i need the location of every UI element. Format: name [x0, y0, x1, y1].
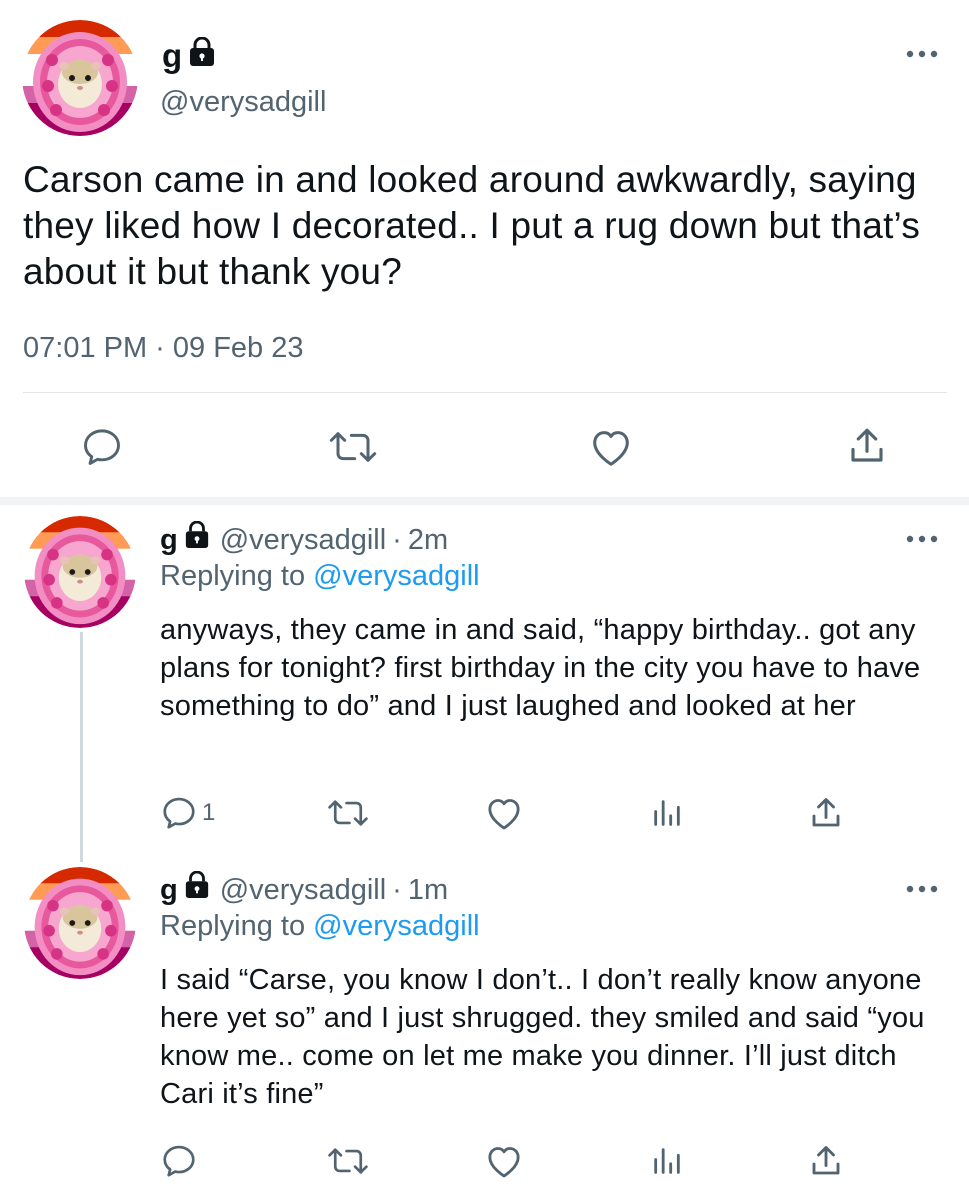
- replying-to: Replying to @verysadgill: [160, 560, 480, 592]
- lock-icon: [188, 36, 216, 76]
- avatar[interactable]: [24, 516, 136, 628]
- retweet-button[interactable]: [326, 796, 370, 830]
- handle[interactable]: @verysadgill: [160, 84, 326, 120]
- analytics-button[interactable]: [650, 796, 684, 830]
- bar-chart-icon: [650, 796, 684, 830]
- share-icon: [808, 794, 844, 832]
- share-button[interactable]: [808, 1142, 844, 1180]
- reply-button[interactable]: [80, 425, 124, 469]
- speech-bubble-icon: [80, 425, 124, 469]
- lock-icon: [184, 870, 210, 908]
- speech-bubble-icon: [160, 1142, 198, 1180]
- avatar[interactable]: [22, 20, 138, 136]
- reply-button[interactable]: [160, 1142, 202, 1180]
- retweet-button[interactable]: [328, 427, 378, 467]
- tweet-text: I said “Carse, you know I don’t.. I don’…: [160, 964, 925, 1110]
- tweet-header: g @verysadgill · 1m: [160, 870, 448, 908]
- bar-chart-icon: [650, 1144, 684, 1178]
- retweet-button[interactable]: [326, 1144, 370, 1178]
- share-icon: [846, 424, 888, 468]
- more-dots-icon[interactable]: [906, 48, 946, 68]
- timestamp[interactable]: 07:01 PM · 09 Feb 23: [23, 330, 304, 366]
- thread-line: [80, 632, 83, 862]
- like-button[interactable]: [484, 794, 524, 832]
- share-button[interactable]: [846, 424, 888, 468]
- retweet-icon: [326, 1144, 370, 1178]
- like-button[interactable]: [484, 1142, 524, 1180]
- more-dots-icon[interactable]: [906, 883, 946, 903]
- display-name[interactable]: g: [160, 522, 178, 558]
- tweet-text: Carson came in and looked around awkward…: [23, 159, 921, 292]
- speech-bubble-icon: [160, 794, 198, 832]
- timestamp[interactable]: 1m: [408, 872, 448, 908]
- divider: [23, 392, 947, 393]
- reply-button[interactable]: 1: [160, 794, 215, 832]
- more-dots-icon[interactable]: [906, 533, 946, 553]
- retweet-icon: [326, 796, 370, 830]
- share-icon: [808, 1142, 844, 1180]
- analytics-button[interactable]: [650, 1144, 684, 1178]
- like-button[interactable]: [588, 425, 634, 469]
- heart-icon: [484, 1142, 524, 1180]
- handle[interactable]: @verysadgill: [220, 872, 386, 908]
- heart-icon: [588, 425, 634, 469]
- retweet-icon: [328, 427, 378, 467]
- heart-icon: [484, 794, 524, 832]
- display-name[interactable]: g: [160, 872, 178, 908]
- lock-icon: [184, 520, 210, 558]
- replying-to: Replying to @verysadgill: [160, 910, 480, 942]
- avatar[interactable]: [24, 867, 136, 979]
- display-name[interactable]: g: [162, 36, 216, 76]
- replying-to-link[interactable]: @verysadgill: [313, 560, 479, 592]
- section-separator: [0, 497, 969, 505]
- timestamp[interactable]: 2m: [408, 522, 448, 558]
- separator-dot: ·: [392, 523, 402, 556]
- tweet-header: g @verysadgill · 2m: [160, 520, 448, 558]
- share-button[interactable]: [808, 794, 844, 832]
- replying-to-link[interactable]: @verysadgill: [313, 910, 479, 942]
- handle[interactable]: @verysadgill: [220, 522, 386, 558]
- tweet-text: anyways, they came in and said, “happy b…: [160, 614, 921, 722]
- separator-dot: ·: [392, 873, 402, 906]
- reply-count: 1: [202, 799, 216, 826]
